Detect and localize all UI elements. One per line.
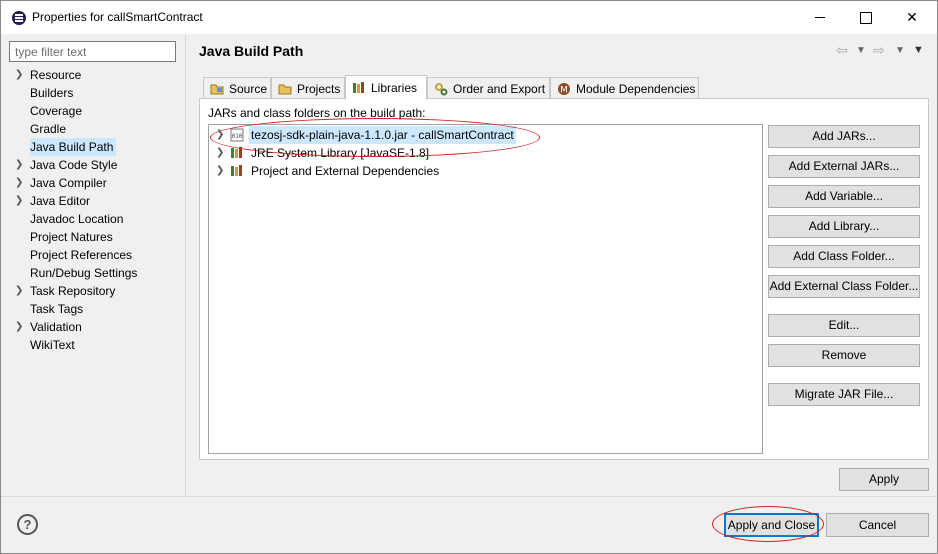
tree-item-label: Java Editor xyxy=(30,194,91,208)
tree-item-label: Javadoc Location xyxy=(30,212,124,226)
jar-icon: 010 xyxy=(230,128,244,142)
close-button[interactable] xyxy=(889,1,935,34)
build-path-label: JARs and class folders on the build path… xyxy=(208,106,426,120)
build-path-entry-jre[interactable]: ❯ JRE System Library [JavaSE-1.8] xyxy=(209,144,762,162)
eclipse-icon xyxy=(12,11,26,25)
tree-item-label: Validation xyxy=(30,320,82,334)
tab-label: Module Dependencies xyxy=(576,81,696,96)
svg-text:010: 010 xyxy=(232,133,243,140)
projects-folder-icon xyxy=(278,82,292,96)
tree-item-label: Coverage xyxy=(30,104,83,118)
tree-item-label: Project References xyxy=(30,248,133,262)
tree-item-label: Run/Debug Settings xyxy=(30,266,138,280)
chevron-right-icon[interactable]: ❯ xyxy=(15,174,25,192)
tree-item-label: Task Tags xyxy=(30,302,84,316)
tree-item-label: Java Code Style xyxy=(30,158,118,172)
view-menu-icon[interactable]: ▼ xyxy=(913,44,924,62)
tree-item-label: Java Build Path xyxy=(30,138,117,156)
tab-libraries[interactable]: Libraries xyxy=(345,75,427,100)
source-folder-icon xyxy=(210,82,224,96)
property-page-tree: ❯ Resource Builders Coverage Gradle Java… xyxy=(1,66,185,496)
apply-button[interactable]: Apply xyxy=(839,468,929,491)
maximize-button[interactable] xyxy=(843,1,889,34)
help-icon[interactable]: ? xyxy=(17,514,38,535)
forward-dropdown-icon[interactable]: ▼ xyxy=(895,45,905,63)
library-icon xyxy=(230,146,244,160)
entry-label: Project and External Dependencies xyxy=(251,164,440,178)
tab-label: Projects xyxy=(297,81,341,96)
svg-text:M: M xyxy=(560,85,568,95)
back-arrow-icon[interactable]: ⇦ xyxy=(836,42,848,60)
properties-dialog: Properties for callSmartContract ❯ Resou… xyxy=(0,0,938,554)
sash[interactable] xyxy=(185,34,186,497)
add-external-jars-button[interactable]: Add External JARs... xyxy=(768,155,920,178)
module-dependencies-icon: M xyxy=(557,82,571,96)
chevron-right-icon[interactable]: ❯ xyxy=(15,156,25,174)
minimize-button[interactable] xyxy=(797,1,843,34)
tab-order-and-export[interactable]: Order and Export xyxy=(427,77,550,99)
title-bar: Properties for callSmartContract xyxy=(1,1,937,34)
tree-item-label: Resource xyxy=(30,68,82,82)
apply-and-close-button[interactable]: Apply and Close xyxy=(724,513,819,537)
chevron-right-icon[interactable]: ❯ xyxy=(15,282,25,300)
chevron-right-icon[interactable]: ❯ xyxy=(15,66,25,84)
build-path-entry-jar[interactable]: ❯ 010 tezosj-sdk-plain-java-1.1.0.jar - … xyxy=(209,126,762,144)
chevron-right-icon[interactable]: ❯ xyxy=(216,144,224,162)
remove-button[interactable]: Remove xyxy=(768,344,920,367)
chevron-right-icon[interactable]: ❯ xyxy=(15,192,25,210)
add-library-button[interactable]: Add Library... xyxy=(768,215,920,238)
chevron-right-icon[interactable]: ❯ xyxy=(216,162,224,180)
chevron-right-icon[interactable]: ❯ xyxy=(216,126,224,144)
tree-item-label: Project Natures xyxy=(30,230,113,244)
forward-arrow-icon[interactable]: ⇨ xyxy=(873,42,885,60)
entry-label: JRE System Library [JavaSE-1.8] xyxy=(251,146,430,160)
page-title: Java Build Path xyxy=(199,43,304,59)
window-title: Properties for callSmartContract xyxy=(32,10,203,24)
library-icon xyxy=(230,164,244,178)
tree-item-label: WikiText xyxy=(30,338,75,352)
build-path-tree[interactable]: ❯ 010 tezosj-sdk-plain-java-1.1.0.jar - … xyxy=(208,124,763,454)
add-class-folder-button[interactable]: Add Class Folder... xyxy=(768,245,920,268)
libraries-icon xyxy=(352,81,366,95)
migrate-jar-file-button[interactable]: Migrate JAR File... xyxy=(768,383,920,406)
divider xyxy=(1,496,937,497)
tab-projects[interactable]: Projects xyxy=(271,77,345,99)
tree-item-label: Task Repository xyxy=(30,284,116,298)
tree-item-label: Builders xyxy=(30,86,74,100)
tab-label: Order and Export xyxy=(453,81,546,96)
chevron-right-icon[interactable]: ❯ xyxy=(15,318,25,336)
tree-item-label: Gradle xyxy=(30,122,67,136)
tree-item-label: Java Compiler xyxy=(30,176,107,190)
tab-label: Libraries xyxy=(371,81,418,95)
tab-bar: Source Projects Libraries Order and Expo… xyxy=(199,75,929,100)
add-variable-button[interactable]: Add Variable... xyxy=(768,185,920,208)
add-external-class-folder-button[interactable]: Add External Class Folder... xyxy=(768,275,920,298)
edit-button[interactable]: Edit... xyxy=(768,314,920,337)
entry-label: tezosj-sdk-plain-java-1.1.0.jar - callSm… xyxy=(249,126,516,144)
build-path-entry-dependencies[interactable]: ❯ Project and External Dependencies xyxy=(209,162,762,180)
cancel-button[interactable]: Cancel xyxy=(826,513,929,537)
tab-module-dependencies[interactable]: M Module Dependencies xyxy=(550,77,699,99)
add-jars-button[interactable]: Add JARs... xyxy=(768,125,920,148)
tab-label: Source xyxy=(229,81,268,96)
tab-source[interactable]: Source xyxy=(203,77,271,99)
back-dropdown-icon[interactable]: ▼ xyxy=(856,45,866,63)
filter-input[interactable] xyxy=(9,41,176,62)
order-export-icon xyxy=(434,82,448,96)
